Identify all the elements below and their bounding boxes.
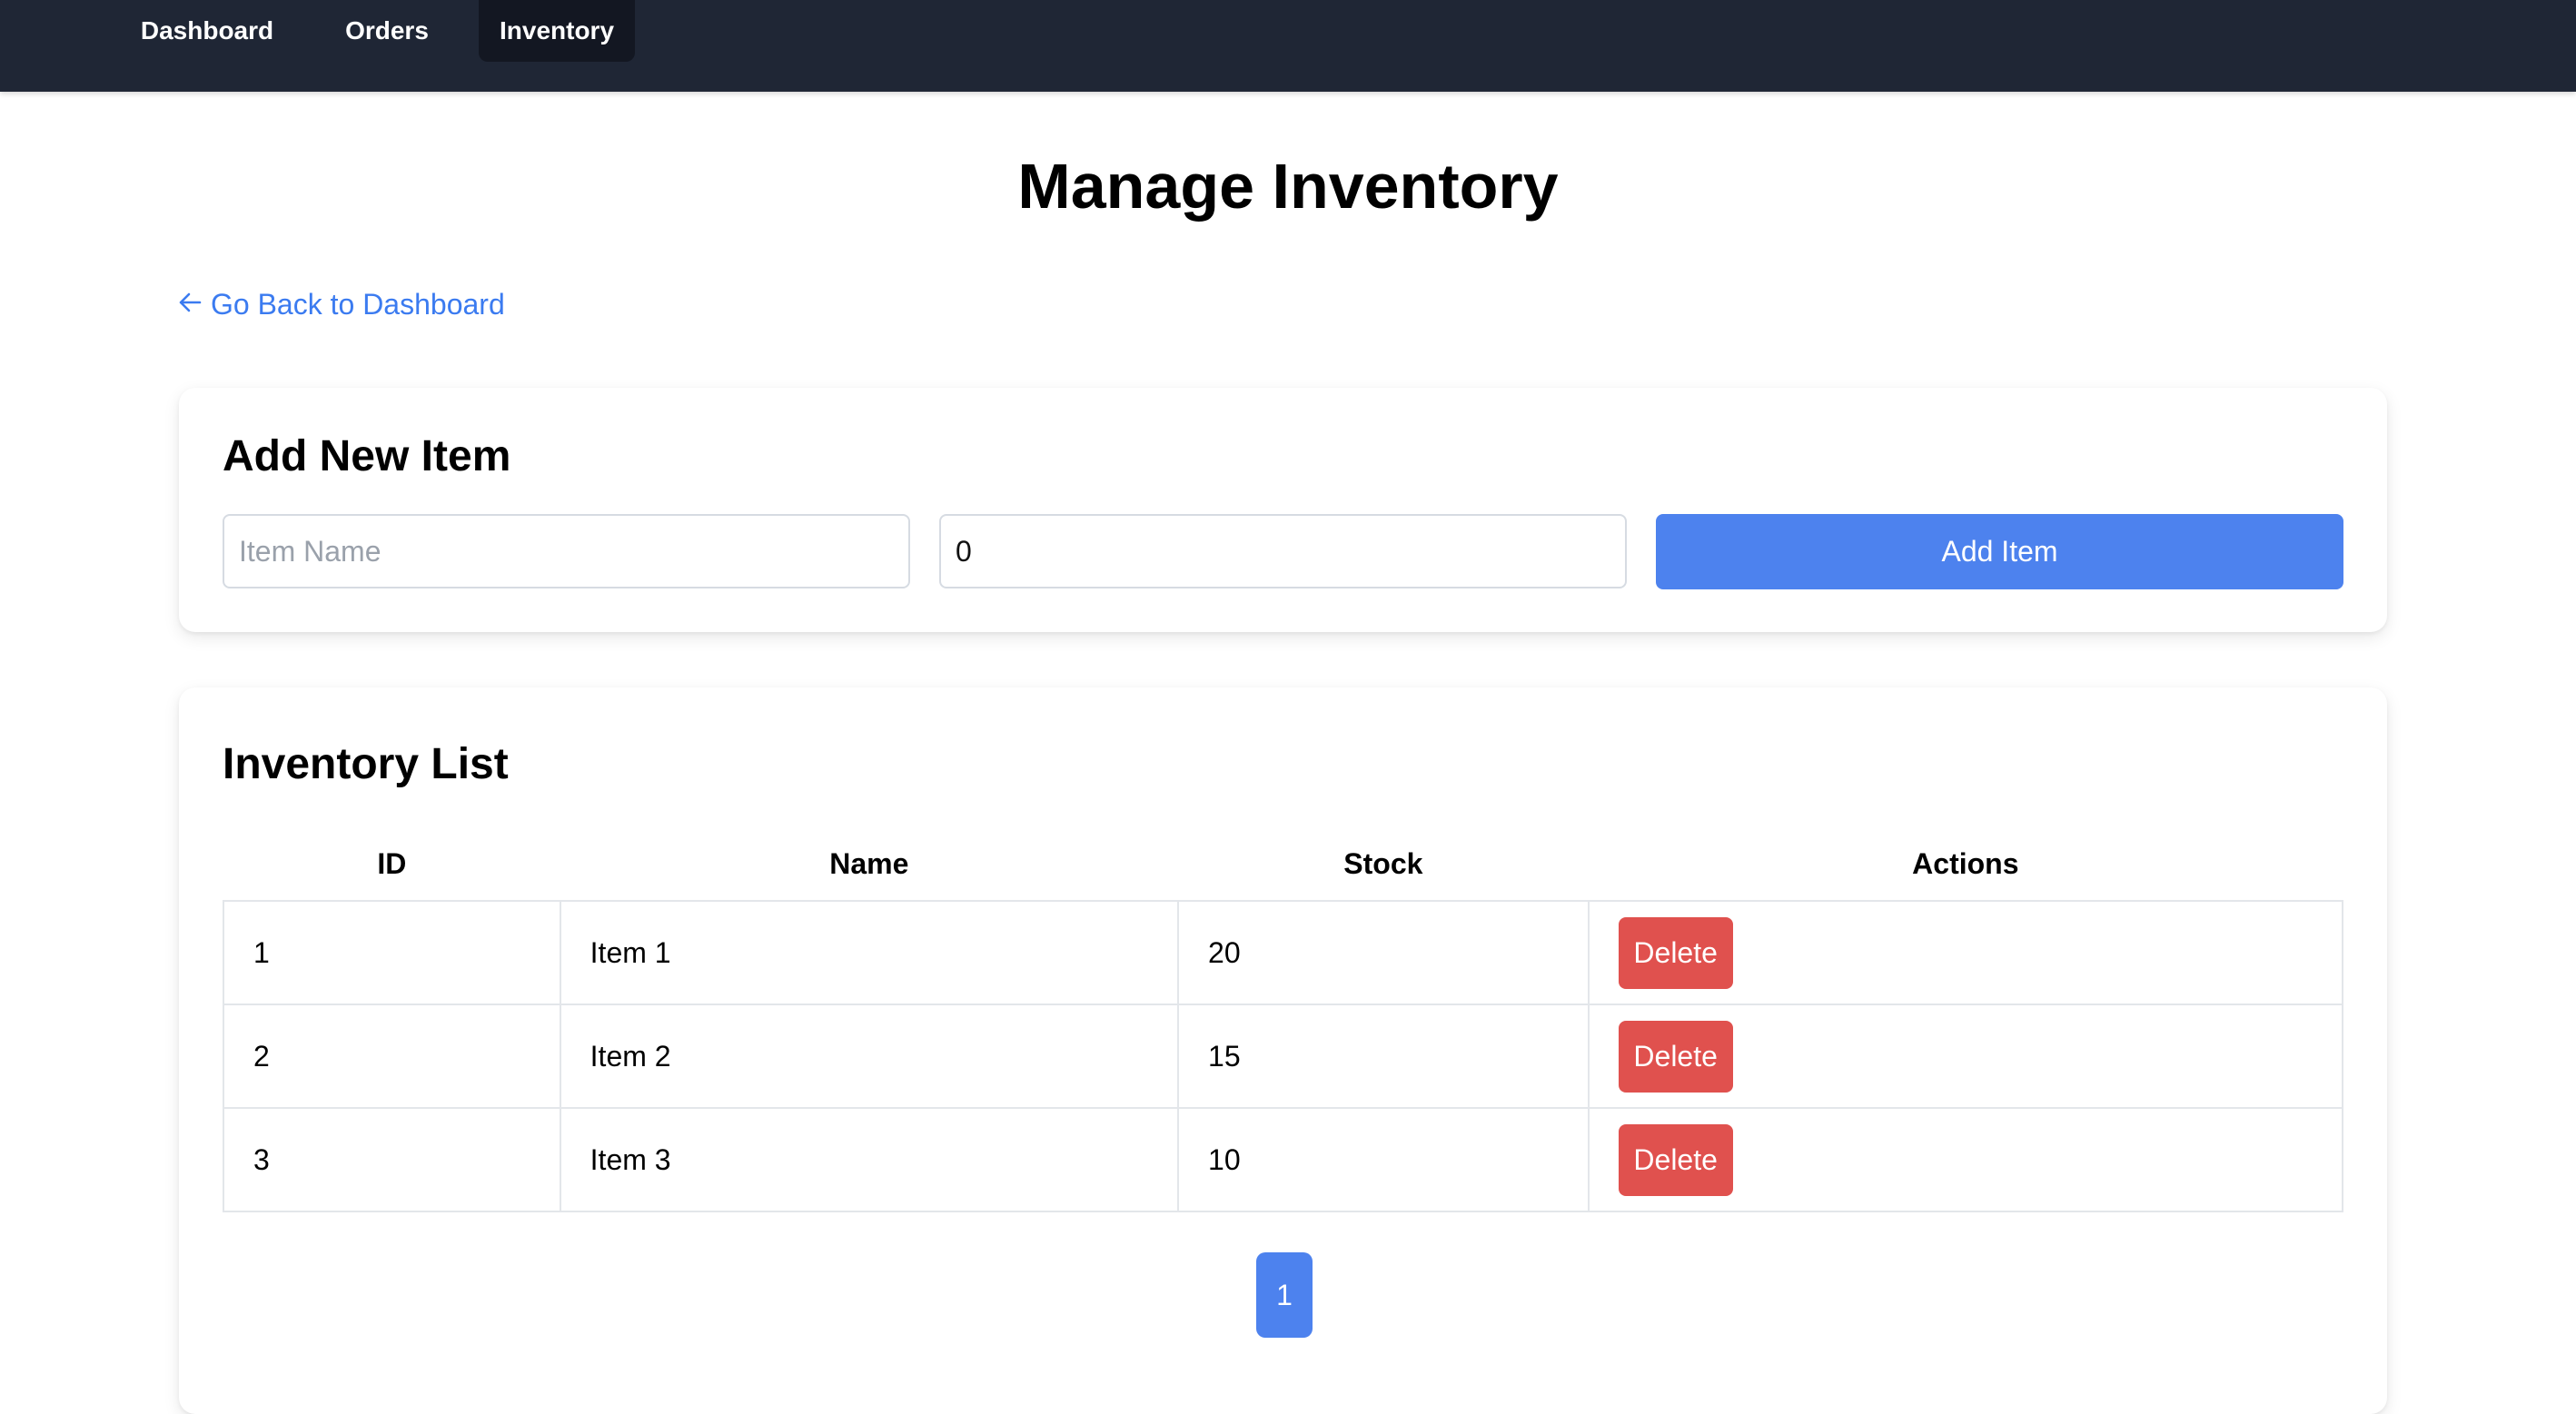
cell-actions: Delete [1587,1004,2344,1109]
cell-id: 2 [223,1004,561,1109]
arrow-left-icon [178,285,202,323]
delete-button[interactable]: Delete [1618,1123,1733,1196]
delete-button[interactable]: Delete [1618,916,1733,989]
table-header-row: ID Name Stock Actions [223,827,2343,901]
top-navbar: Dashboard Orders Inventory [0,0,2576,92]
back-link-label: Go Back to Dashboard [211,288,505,321]
cell-name: Item 2 [559,1004,1180,1109]
cell-stock: 20 [1177,900,1590,1005]
item-name-input[interactable] [223,514,910,588]
add-item-title: Add New Item [223,432,511,480]
nav-item-orders[interactable]: Orders [334,0,440,62]
column-header-name: Name [829,846,909,880]
cell-actions: Delete [1587,900,2344,1005]
add-item-card: Add New Item Add Item [179,388,2387,632]
column-header-actions: Actions [1912,846,2019,880]
inventory-list-title: Inventory List [223,740,509,788]
cell-name: Item 3 [559,1107,1180,1212]
add-item-button[interactable]: Add Item [1656,514,2343,589]
table-row: 1 Item 1 20 Delete [223,900,2344,1005]
cell-id: 3 [223,1107,561,1212]
table-row: 3 Item 3 10 Delete [223,1107,2344,1212]
cell-actions: Delete [1587,1107,2344,1212]
column-header-stock: Stock [1343,846,1423,880]
cell-stock: 15 [1177,1004,1590,1109]
cell-stock: 10 [1177,1107,1590,1212]
item-stock-input[interactable] [939,514,1627,588]
column-header-id: ID [377,846,407,880]
nav-item-dashboard[interactable]: Dashboard [133,0,282,62]
pagination-page-button[interactable]: 1 [1256,1252,1313,1338]
cell-name: Item 1 [559,900,1180,1005]
delete-button[interactable]: Delete [1618,1020,1733,1093]
inventory-list-card: Inventory List ID Name Stock Actions 1 I… [179,687,2387,1414]
back-to-dashboard-link[interactable]: Go Back to Dashboard [178,285,505,323]
table-row: 2 Item 2 15 Delete [223,1004,2344,1109]
nav-item-inventory[interactable]: Inventory [479,0,635,62]
inventory-table: ID Name Stock Actions 1 Item 1 20 Delete… [223,827,2344,1212]
cell-id: 1 [223,900,561,1005]
page-title: Manage Inventory [1017,151,1559,222]
